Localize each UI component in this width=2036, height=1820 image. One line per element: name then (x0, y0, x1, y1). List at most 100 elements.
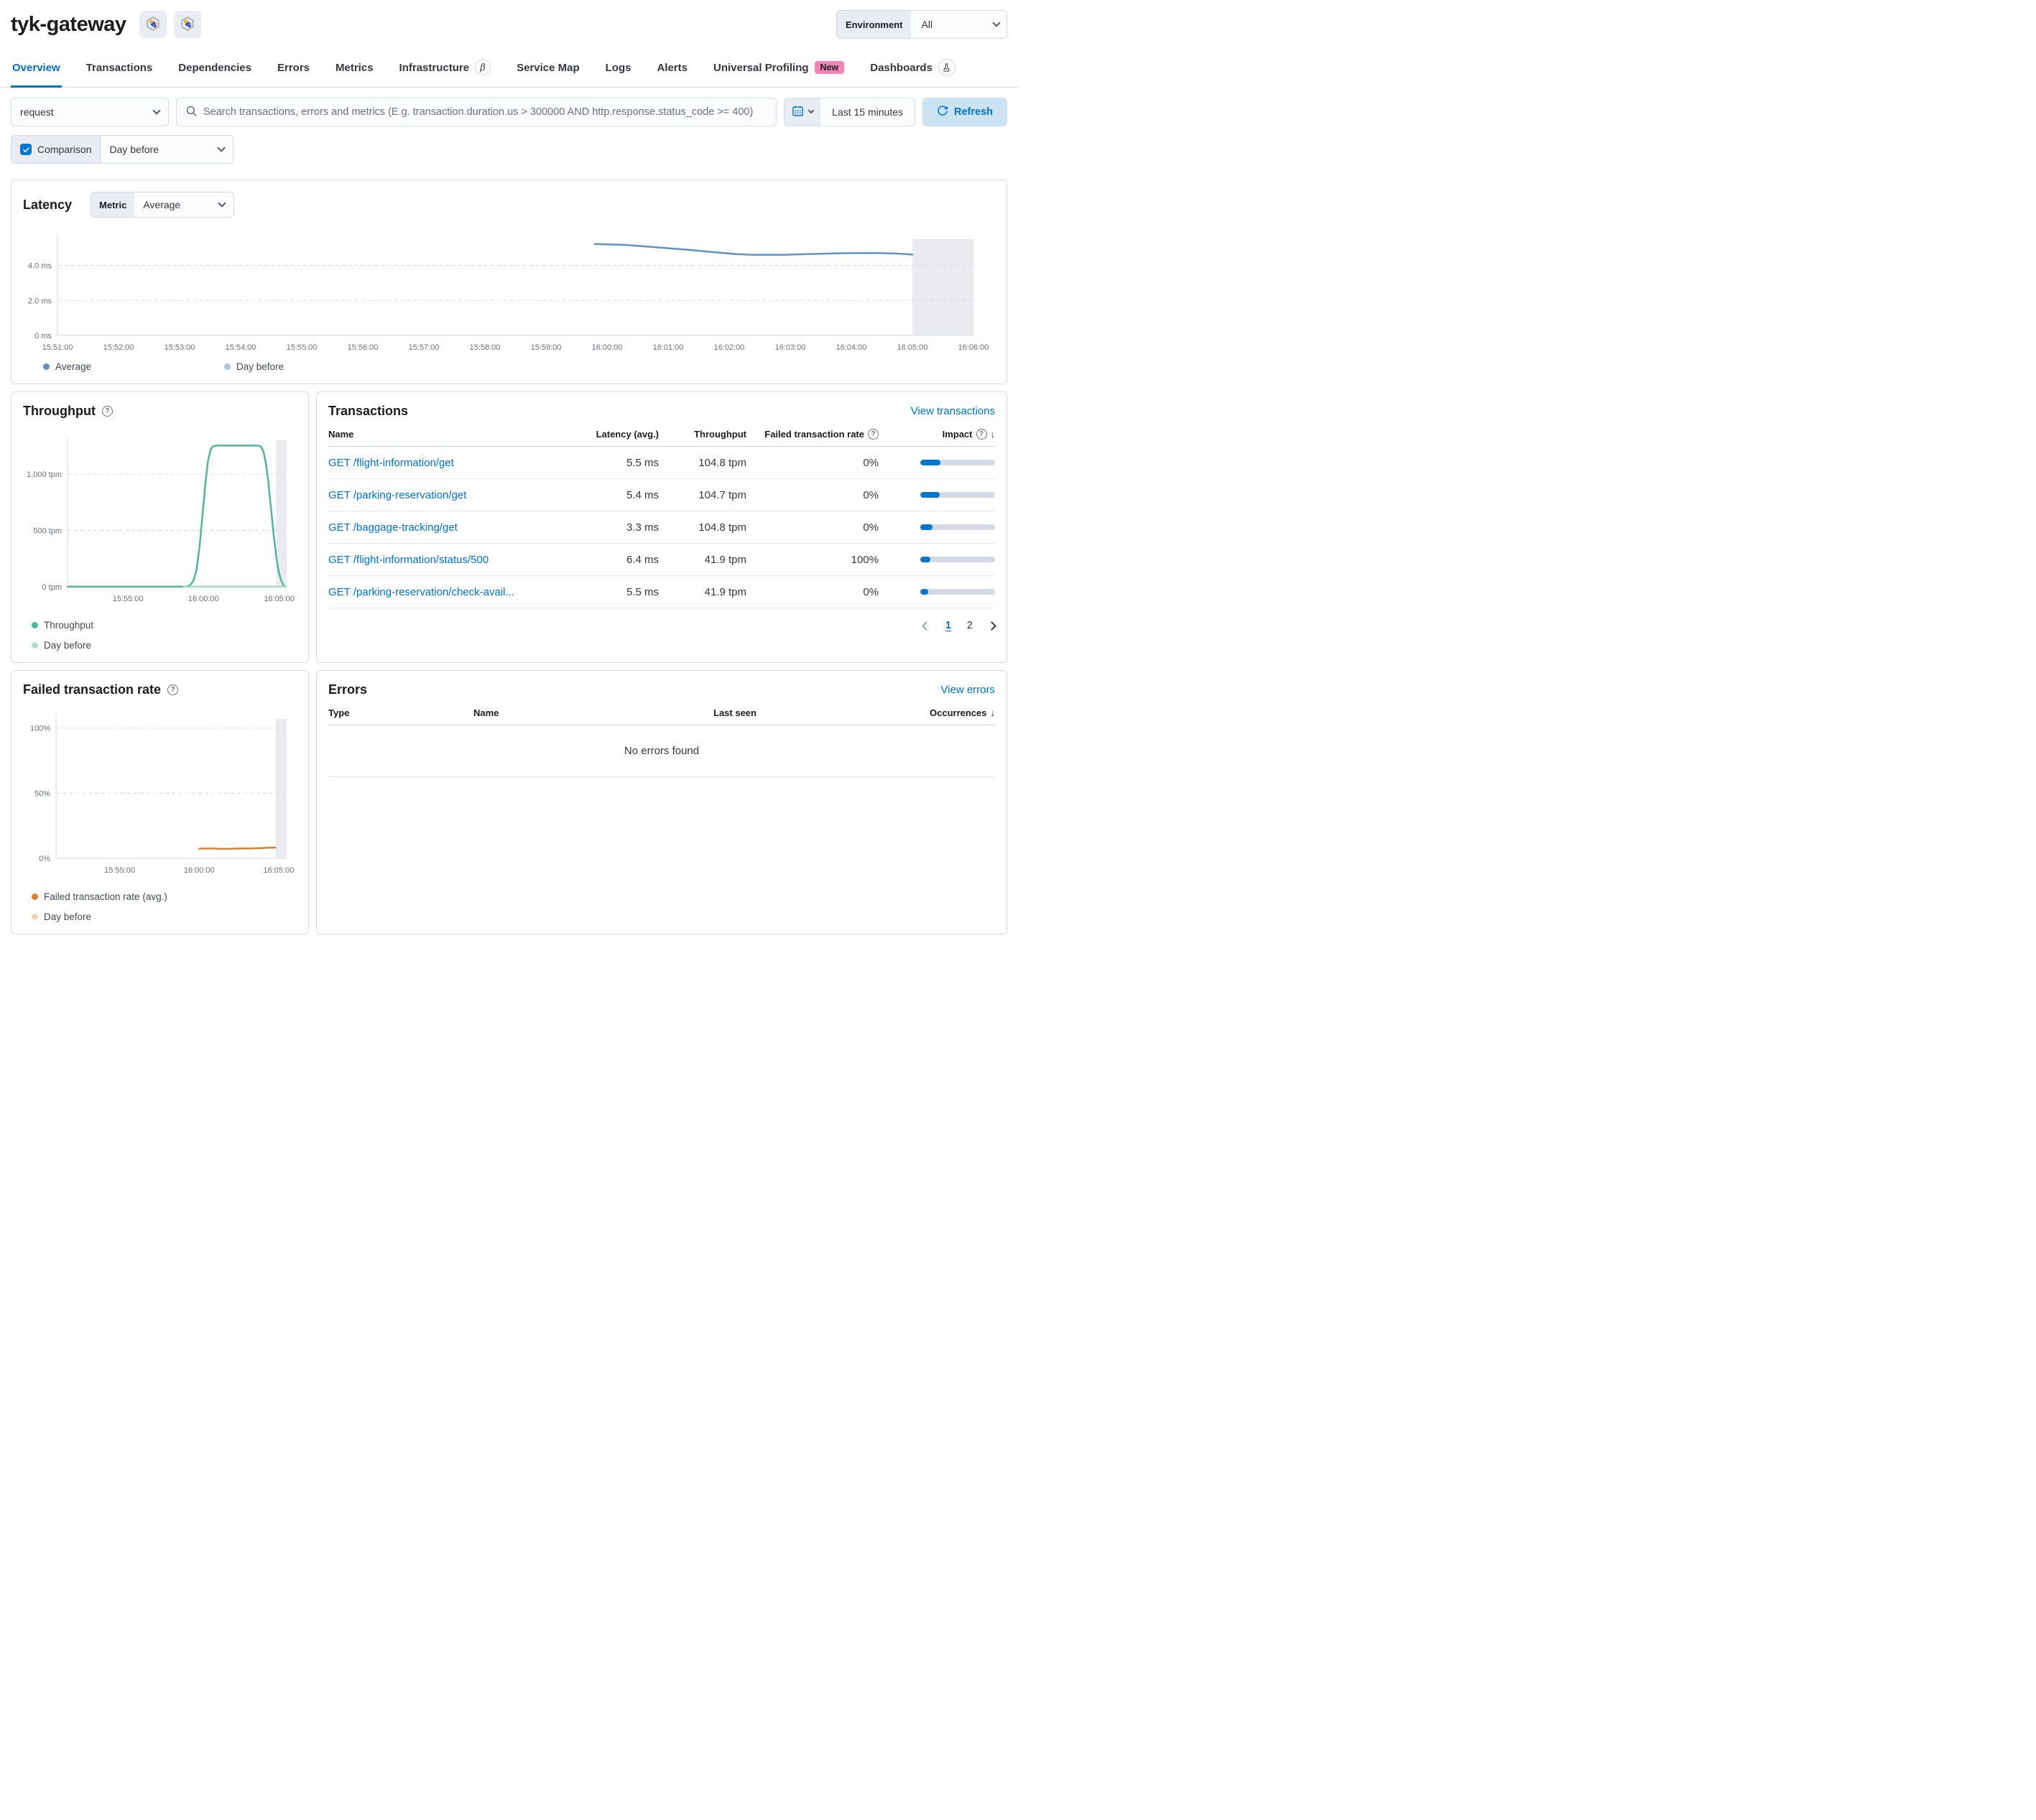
tab-universal-profiling[interactable]: Universal Profiling New (712, 55, 846, 88)
environment-select[interactable]: Environment All (836, 10, 1007, 39)
page-1-button[interactable]: 1 (945, 620, 951, 631)
search-input[interactable] (203, 106, 768, 118)
svg-text:16:06:00: 16:06:00 (958, 343, 989, 352)
tab-transactions[interactable]: Transactions (85, 55, 154, 88)
svg-text:0%: 0% (39, 855, 50, 863)
beaker-icon (938, 59, 955, 76)
svg-text:16:00:00: 16:00:00 (592, 343, 623, 352)
help-icon (976, 429, 987, 440)
legend-item[interactable]: Failed transaction rate (avg.) (32, 891, 167, 902)
svg-text:16:05:00: 16:05:00 (264, 595, 295, 603)
svg-text:16:00:00: 16:00:00 (184, 866, 215, 875)
next-page-icon[interactable] (987, 621, 996, 631)
impact-bar (920, 460, 995, 465)
column-header-name[interactable]: Name (473, 707, 705, 718)
tab-metrics[interactable]: Metrics (334, 55, 375, 88)
refresh-icon (937, 105, 948, 119)
svg-text:15:56:00: 15:56:00 (348, 343, 379, 352)
transaction-link[interactable]: GET /baggage-tracking/get (328, 521, 575, 534)
failed-transaction-rate-panel: Failed transaction rate 0% 50% 100% 15:55:0… (11, 670, 309, 934)
throughput-value: 41.9 tpm (704, 585, 746, 598)
transaction-link[interactable]: GET /parking-reservation/check-avail... (328, 586, 575, 598)
table-row: GET /parking-reservation/get 5.4 ms 104.… (328, 479, 995, 511)
tab-alerts[interactable]: Alerts (655, 55, 689, 88)
view-transactions-link[interactable]: View transactions (911, 405, 995, 417)
legend-item[interactable]: Day before (32, 640, 91, 651)
tab-errors[interactable]: Errors (276, 55, 311, 88)
time-range-control: Last 15 minutes (784, 98, 915, 126)
column-header-latency[interactable]: Latency (avg.) (596, 429, 659, 440)
service-tabs: Overview Transactions Dependencies Error… (0, 55, 1018, 88)
legend-item[interactable]: Throughput (32, 620, 93, 631)
svg-text:15:52:00: 15:52:00 (103, 343, 134, 352)
legend-item[interactable]: Day before (32, 911, 91, 922)
page-header: tyk-gateway Environment All (0, 0, 1018, 39)
legend-dot (32, 622, 38, 628)
throughput-chart[interactable]: 0 tpm 500 tpm 1,000 tpm 15:55:00 16:00:00 16:… (23, 430, 297, 610)
latency-value: 5.4 ms (626, 488, 659, 501)
throughput-value: 104.8 tpm (698, 456, 746, 469)
tab-overview[interactable]: Overview (11, 55, 62, 88)
transaction-type-select[interactable]: request (11, 98, 169, 126)
latency-legend: Average Day before (23, 361, 995, 372)
date-picker-button[interactable] (785, 98, 821, 126)
help-icon (167, 684, 179, 695)
chevron-down-icon (218, 199, 226, 208)
service-icon-badges (139, 11, 201, 38)
transaction-link[interactable]: GET /parking-reservation/get (328, 489, 575, 501)
svg-text:15:59:00: 15:59:00 (531, 343, 562, 352)
throughput-value: 41.9 tpm (704, 553, 746, 566)
impact-bar (920, 524, 995, 530)
environment-value: All (921, 19, 933, 30)
latency-value: 5.5 ms (626, 585, 659, 598)
comparison-label: Comparison (37, 144, 92, 155)
view-errors-link[interactable]: View errors (940, 684, 995, 696)
svg-text:16:03:00: 16:03:00 (775, 343, 806, 352)
column-header-throughput[interactable]: Throughput (694, 429, 746, 440)
transaction-link[interactable]: GET /flight-information/status/500 (328, 554, 575, 566)
refresh-button[interactable]: Refresh (922, 98, 1007, 126)
tab-infrastructure[interactable]: Infrastructure β (398, 55, 493, 88)
latency-metric-select[interactable]: Metric Average (91, 192, 235, 218)
latency-chart[interactable]: 0 ms 2.0 ms 4.0 ms 15:51:00 15:52:00 15:53:00… (23, 228, 995, 358)
column-header-failed-rate[interactable]: Failed transaction rate (764, 429, 879, 440)
failed-rate-chart[interactable]: 0% 50% 100% 15:55:00 16:00:00 16:05:00 (23, 709, 297, 881)
legend-item[interactable]: Average (43, 361, 224, 372)
latency-value: 5.5 ms (626, 456, 659, 469)
tab-service-map[interactable]: Service Map (515, 55, 581, 88)
transaction-link[interactable]: GET /flight-information/get (328, 457, 575, 469)
svg-text:50%: 50% (34, 789, 50, 798)
service-title: tyk-gateway (11, 12, 126, 36)
comparison-checkbox[interactable] (20, 144, 32, 155)
transactions-panel-title: Transactions (328, 404, 409, 418)
table-row: GET /flight-information/status/500 6.4 m… (328, 544, 995, 576)
comparison-select[interactable]: Day before (100, 136, 233, 163)
transactions-table: Name Latency (avg.) Throughput Failed tr… (328, 429, 995, 608)
metric-label: Metric (91, 192, 135, 217)
column-header-type[interactable]: Type (328, 707, 465, 718)
chevron-down-icon (152, 106, 161, 115)
column-header-impact[interactable]: Impact (943, 429, 995, 440)
impact-bar (920, 589, 995, 595)
failed-rate-value: 0% (863, 456, 879, 469)
legend-dot (32, 914, 38, 920)
legend-dot (224, 363, 231, 370)
throughput-panel: Throughput 0 tpm 500 tpm 1,000 tpm 15:55:00… (11, 391, 309, 663)
tab-dashboards[interactable]: Dashboards (869, 55, 957, 88)
opentelemetry-icon-button[interactable] (173, 11, 201, 38)
tab-logs[interactable]: Logs (604, 55, 633, 88)
column-header-name[interactable]: Name (328, 429, 575, 440)
sort-down-icon (991, 707, 996, 718)
failed-rate-value: 0% (863, 488, 879, 501)
column-header-last-seen[interactable]: Last seen (713, 707, 879, 718)
failed-rate-value: 0% (863, 585, 879, 598)
svg-text:0 tpm: 0 tpm (42, 583, 62, 592)
time-range-value[interactable]: Last 15 minutes (820, 98, 915, 126)
svg-text:16:05:00: 16:05:00 (264, 866, 295, 875)
legend-item[interactable]: Day before (224, 361, 284, 372)
tab-dependencies[interactable]: Dependencies (177, 55, 253, 88)
chevron-down-icon (992, 19, 1001, 27)
opentelemetry-icon-button[interactable] (139, 11, 167, 38)
column-header-occurrences[interactable]: Occurrences (930, 707, 995, 718)
page-2-button[interactable]: 2 (967, 620, 973, 631)
